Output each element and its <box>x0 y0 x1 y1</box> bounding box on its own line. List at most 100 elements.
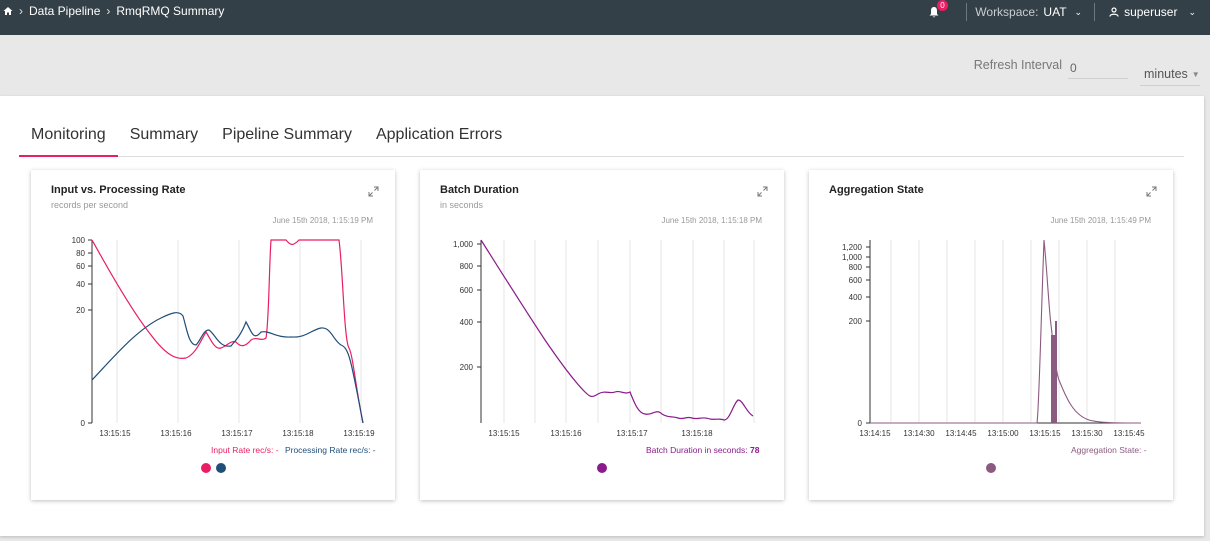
expand-icon[interactable] <box>757 186 768 197</box>
x-tick-label: 13:15:17 <box>221 429 253 438</box>
legend-dot-processing[interactable] <box>216 463 226 473</box>
tab-summary[interactable]: Summary <box>118 118 210 157</box>
chevron-down-icon: ⌄ <box>1188 6 1196 17</box>
series-aggregation-state <box>870 239 1142 424</box>
y-tick-label: 0 <box>81 419 86 428</box>
caret-down-icon: ▼ <box>1191 69 1200 79</box>
home-icon[interactable] <box>3 5 13 17</box>
legend-input-rate: Input Rate rec/s: - <box>211 445 279 455</box>
divider <box>966 3 968 21</box>
y-tick-label: 200 <box>460 363 474 372</box>
x-tick-label: 13:15:18 <box>681 429 713 438</box>
y-ticks <box>88 239 92 424</box>
chevron-down-icon[interactable]: ⌄ <box>1075 7 1083 18</box>
y-tick-label: 1,000 <box>453 240 474 249</box>
y-tick-label: 800 <box>460 262 474 271</box>
legend-dots <box>597 463 607 473</box>
x-tick-label: 13:15:15 <box>1029 429 1061 438</box>
breadcrumb: › Data Pipeline › RmqRMQ Summary <box>3 4 224 18</box>
series-batch-duration <box>480 239 754 421</box>
expand-icon[interactable] <box>368 186 379 197</box>
aggregation-bar <box>1051 335 1055 423</box>
chart-legend: Aggregation State: - <box>1071 445 1147 455</box>
legend-dot-input[interactable] <box>201 463 211 473</box>
tab-application-errors[interactable]: Application Errors <box>364 118 514 157</box>
chart-timestamp: June 15th 2018, 1:15:19 PM <box>272 216 373 225</box>
chevron-right-icon: › <box>106 4 111 18</box>
user-menu[interactable]: superuser ⌄ <box>1109 5 1196 19</box>
y-ticks <box>477 243 481 368</box>
username: superuser <box>1124 5 1178 19</box>
chart-title: Batch Duration <box>440 184 519 196</box>
x-tick-label: 13:15:18 <box>282 429 314 438</box>
refresh-interval: Refresh Interval minutes ▼ <box>974 57 1200 86</box>
legend-batch-duration-value: 78 <box>749 445 760 455</box>
legend-batch-duration-label: Batch Duration in seconds: <box>646 445 748 455</box>
chart-card-batch-duration: 1,000 800 600 400 200 13:15:15 13:15:16 … <box>420 170 784 500</box>
refresh-interval-label: Refresh Interval <box>973 58 1062 72</box>
series-input-rate <box>91 239 364 424</box>
x-tick-label: 13:15:16 <box>160 429 192 438</box>
chart-card-input-processing: 100 80 60 40 20 0 13:15:15 13:15:16 13:1… <box>31 170 395 500</box>
chart-card-aggregation-state: 1,200 1,000 800 600 400 200 0 13:14:15 1… <box>809 170 1173 500</box>
y-tick-label: 20 <box>76 306 85 315</box>
y-tick-label: 1,200 <box>842 243 863 252</box>
chart-legend: Input Rate rec/s: - Processing Rate rec/… <box>211 445 376 455</box>
x-tick-label: 13:15:17 <box>616 429 648 438</box>
y-tick-label: 40 <box>76 280 85 289</box>
x-tick-label: 13:15:16 <box>550 429 582 438</box>
y-tick-label: 800 <box>849 263 863 272</box>
y-tick-label: 1,000 <box>842 253 863 262</box>
x-tick-label: 13:15:15 <box>488 429 520 438</box>
y-tick-label: 400 <box>849 293 863 302</box>
y-tick-label: 0 <box>858 419 863 428</box>
legend-dots <box>986 463 996 473</box>
x-tick-label: 13:14:45 <box>945 429 977 438</box>
y-tick-label: 600 <box>460 286 474 295</box>
legend-dot-batch[interactable] <box>597 463 607 473</box>
chart-subtitle: in seconds <box>440 200 484 210</box>
chart-subtitle: records per second <box>51 200 129 210</box>
breadcrumb-data-pipeline[interactable]: Data Pipeline <box>29 4 100 18</box>
legend-dots <box>201 463 226 473</box>
y-tick-label: 200 <box>849 317 863 326</box>
workspace-value[interactable]: UAT <box>1043 5 1066 19</box>
notification-badge: 0 <box>937 0 948 11</box>
chart-title: Aggregation State <box>829 184 924 196</box>
chart-timestamp: June 15th 2018, 1:15:18 PM <box>661 216 762 225</box>
x-tick-label: 13:15:45 <box>1113 429 1145 438</box>
legend-aggregation-state: Aggregation State: - <box>1071 445 1147 455</box>
x-tick-label: 13:15:30 <box>1071 429 1103 438</box>
main-panel: Monitoring Summary Pipeline Summary Appl… <box>0 96 1204 536</box>
grid <box>503 240 755 423</box>
legend-dot-aggregation[interactable] <box>986 463 996 473</box>
y-tick-label: 60 <box>76 262 85 271</box>
y-tick-label: 600 <box>849 276 863 285</box>
refresh-unit-value: minutes <box>1144 67 1188 81</box>
chart-legend: Batch Duration in seconds: 78 <box>646 445 759 455</box>
x-tick-label: 13:14:30 <box>903 429 935 438</box>
header-right: 0 Workspace: UAT ⌄ superuser ⌄ <box>928 0 1196 21</box>
x-tick-label: 13:15:15 <box>99 429 131 438</box>
tab-monitoring[interactable]: Monitoring <box>19 118 118 157</box>
x-tick-label: 13:15:00 <box>987 429 1019 438</box>
notifications-button[interactable]: 0 <box>928 0 948 20</box>
tab-pipeline-summary[interactable]: Pipeline Summary <box>210 118 364 157</box>
workspace-label: Workspace: <box>975 5 1039 19</box>
refresh-interval-input[interactable] <box>1068 57 1128 79</box>
tab-bar: Monitoring Summary Pipeline Summary Appl… <box>19 118 1184 157</box>
legend-processing-rate: Processing Rate rec/s: - <box>284 445 376 455</box>
grid <box>890 240 1116 423</box>
refresh-unit-select[interactable]: minutes ▼ <box>1140 57 1200 86</box>
y-ticks <box>866 246 870 424</box>
series-processing-rate <box>91 312 364 424</box>
user-icon <box>1109 7 1119 17</box>
chart-timestamp: June 15th 2018, 1:15:49 PM <box>1050 216 1151 225</box>
y-tick-label: 100 <box>72 236 86 245</box>
top-bar: › Data Pipeline › RmqRMQ Summary 0 Works… <box>0 0 1210 35</box>
expand-icon[interactable] <box>1146 186 1157 197</box>
grid <box>116 240 362 423</box>
chevron-right-icon: › <box>19 4 23 18</box>
divider <box>1094 3 1096 21</box>
chart-title: Input vs. Processing Rate <box>51 184 186 196</box>
